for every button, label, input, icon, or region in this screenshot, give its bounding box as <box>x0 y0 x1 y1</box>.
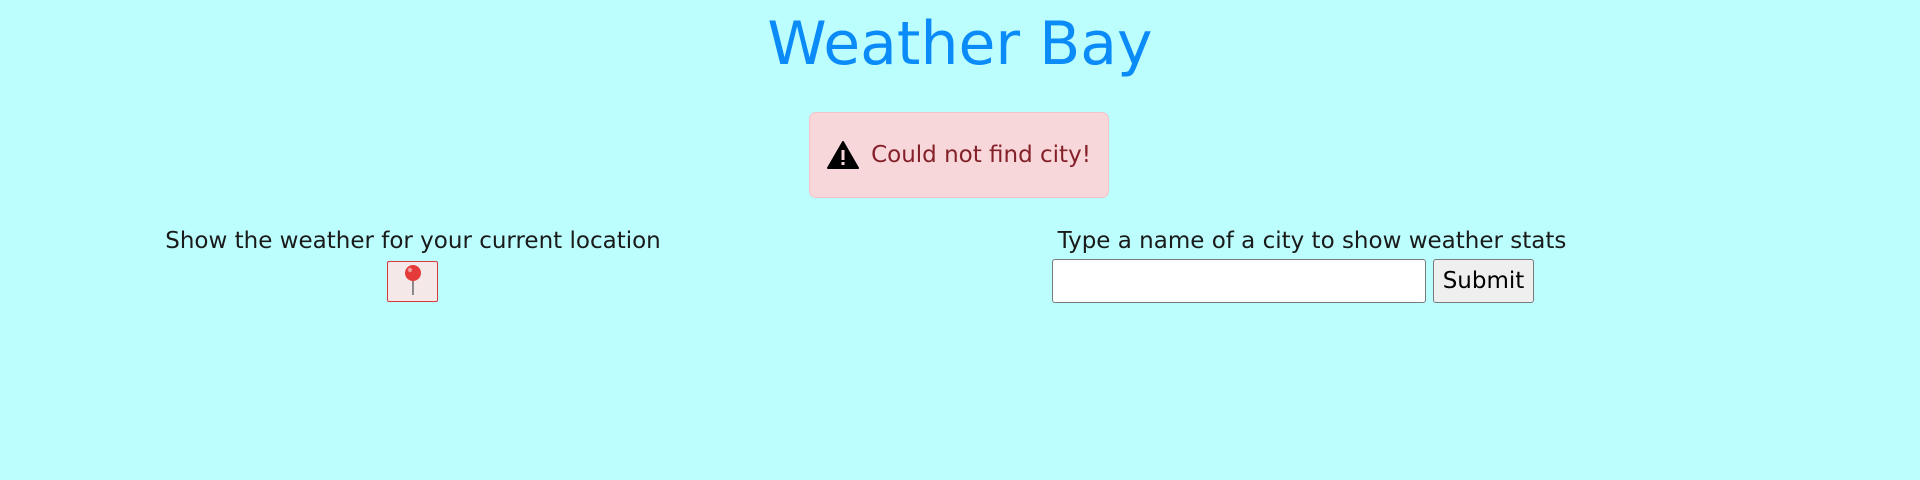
error-alert: Could not find city! <box>809 112 1109 198</box>
city-search-input[interactable] <box>1052 259 1426 303</box>
current-location-button[interactable] <box>387 261 438 302</box>
location-caption: Show the weather for your current locati… <box>165 228 661 254</box>
current-location-section: Show the weather for your current locati… <box>150 226 676 256</box>
warning-icon <box>827 141 860 169</box>
map-pin-icon <box>402 263 424 300</box>
submit-button[interactable]: Submit <box>1433 259 1534 303</box>
alert-message: Could not find city! <box>871 142 1091 168</box>
search-caption: Type a name of a city to show weather st… <box>1057 228 1567 254</box>
page-title: Weather Bay <box>767 9 1153 79</box>
city-search-section: Type a name of a city to show weather st… <box>1040 226 1584 256</box>
